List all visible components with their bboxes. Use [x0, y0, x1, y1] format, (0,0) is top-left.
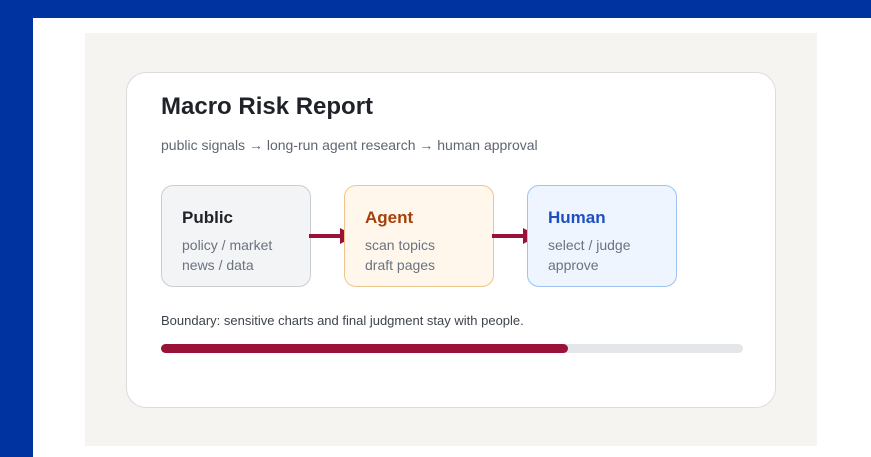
node-human-title: Human	[548, 208, 606, 227]
node-agent-title: Agent	[365, 208, 414, 227]
node-human-line-2: approve	[548, 257, 599, 273]
node-public-title: Public	[182, 208, 234, 227]
report-card: Macro Risk Report public signals → long-…	[126, 72, 776, 408]
progress-fill	[161, 344, 569, 353]
node-public-line-1: policy / market	[182, 237, 273, 253]
boundary-note: Boundary: sensitive charts and final jud…	[161, 313, 524, 328]
diagram-canvas: Macro Risk Report public signals → long-…	[85, 33, 817, 446]
node-human-line-1: select / judge	[548, 237, 631, 253]
node-agent-line-1: scan topics	[365, 237, 436, 253]
node-human: Human select / judge approve	[527, 185, 677, 287]
node-agent-line-2: draft pages	[365, 257, 436, 273]
report-title: Macro Risk Report	[161, 93, 374, 120]
node-agent: Agent scan topics draft pages	[344, 185, 494, 287]
report-subtitle: public signals → long-run agent research…	[161, 137, 538, 153]
node-public: Public policy / market news / data	[161, 185, 311, 287]
page-frame: Macro Risk Report public signals → long-…	[33, 18, 871, 457]
progress-bar	[161, 344, 743, 353]
node-public-line-2: news / data	[182, 257, 254, 273]
